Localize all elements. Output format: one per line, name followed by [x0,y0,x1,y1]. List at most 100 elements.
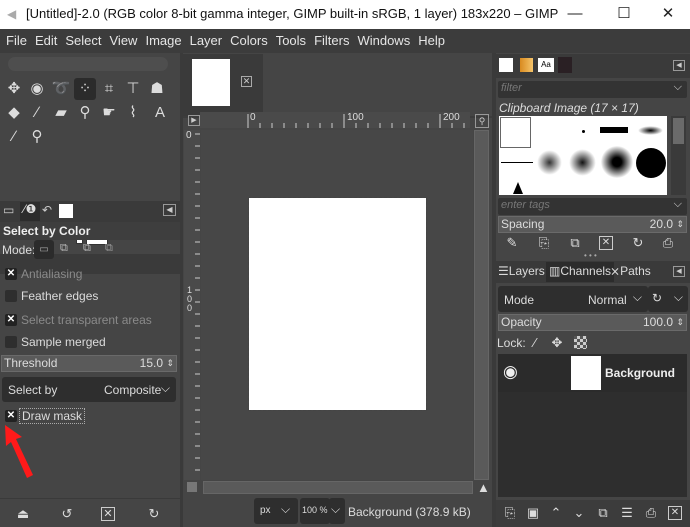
undo-history-tab-icon[interactable]: ↶ [42,203,52,217]
brush-filter-input[interactable]: filter ⌵ [498,81,687,98]
zoom-icon[interactable]: ⚲ [26,126,48,148]
mode-add-icon[interactable]: ⧉ [60,242,68,255]
quick-mask-toggle-icon[interactable]: ▶ [188,115,200,126]
dock-menu-icon[interactable]: ◀ [673,266,685,277]
reset-options-icon[interactable]: ↻ [145,505,163,523]
delete-layer-icon[interactable]: ✕ [668,506,682,520]
mode-intersect-icon[interactable]: ⧉ [105,242,113,255]
paths-icon[interactable]: ⌇ [122,102,144,124]
brush-pixel[interactable] [582,130,585,133]
spin-arrows-icon[interactable]: ⇕ [166,356,174,371]
layer-mode-combo[interactable]: Mode Normal ⌵ [498,286,648,312]
ellipse-select-icon[interactable]: ◉ [26,78,48,100]
dock-separator-handle[interactable]: • • • [584,251,597,260]
smudge-icon[interactable]: ☛ [98,102,120,124]
menu-select[interactable]: Select [61,29,105,53]
unified-transform-icon[interactable]: ⊤ [122,78,144,100]
composite-mode-combo[interactable]: ↻ ⌵ [648,286,688,312]
left-dock-divider[interactable] [180,53,183,527]
navigate-corner-icon[interactable] [187,482,197,492]
threshold-spinner[interactable]: Threshold 15.0 ⇕ [1,355,177,372]
brush-block[interactable] [600,127,628,133]
spacing-spinner[interactable]: Spacing 20.0 ⇕ [498,216,687,233]
eye-visibility-icon[interactable]: ◉ [503,362,518,382]
brush-fuzzy-ellipse[interactable] [638,126,663,135]
delete-brush-icon[interactable]: ✕ [599,236,613,250]
color-picker-icon[interactable]: ∕ [3,126,25,148]
brush-soft-medium[interactable] [569,149,596,176]
zoom-image-icon[interactable]: ⚲ [475,114,489,128]
maximize-button[interactable]: ☐ [601,0,647,29]
eraser-icon[interactable]: ▰ [50,102,72,124]
paintbrush-icon[interactable]: ∕ [26,102,48,124]
menu-image[interactable]: Image [141,29,185,53]
lock-pixels-icon[interactable]: ∕ [526,334,544,352]
bucket-fill-icon[interactable]: ◆ [3,102,25,124]
select-by-color-icon[interactable]: ⁘ [74,78,96,100]
tab-channels[interactable]: ▥Channels [546,262,615,282]
feather-edges-checkbox[interactable] [5,290,17,302]
delete-options-icon[interactable]: ✕ [101,507,115,521]
document-history-tab-icon[interactable] [558,57,572,73]
right-dock-divider[interactable] [492,53,496,527]
brush-grid[interactable] [499,116,667,195]
lock-position-icon[interactable]: ✥ [548,334,566,352]
draw-mask-checkbox[interactable]: ✕ [5,410,17,422]
vertical-scrollbar[interactable] [474,130,489,480]
warp-transform-icon[interactable]: ☗ [146,78,168,100]
menu-edit[interactable]: Edit [31,29,61,53]
crop-icon[interactable]: ⌗ [98,78,120,100]
zoom-combo[interactable]: 100 % [300,498,330,524]
sample-merged-checkbox[interactable] [5,336,17,348]
lower-layer-icon[interactable]: ⌄ [570,504,588,522]
brushes-tab-icon[interactable] [499,58,513,72]
menu-colors[interactable]: Colors [226,29,272,53]
image-tab[interactable]: ✕ [183,54,263,116]
brush-tags-input[interactable]: enter tags ⌵ [498,198,687,215]
brush-scrollbar[interactable] [671,116,686,195]
select-transparent-checkbox[interactable]: ✕ [5,314,17,326]
device-status-tab-icon[interactable]: ⁄❶ [20,202,40,221]
menu-filters[interactable]: Filters [310,29,353,53]
image-canvas[interactable] [248,197,427,411]
mode-subtract-icon[interactable]: ⧉ [83,242,91,255]
text-icon[interactable]: A [149,102,171,124]
anchor-layer-icon[interactable]: ☰ [618,504,636,522]
duplicate-layer-icon[interactable]: ⧉ [594,504,612,522]
edit-brush-icon[interactable]: ✎ [503,234,521,252]
move-tool-icon[interactable]: ✥ [3,78,25,100]
opacity-spinner[interactable]: Opacity 100.0 ⇕ [498,314,687,331]
menu-view[interactable]: View [106,29,142,53]
duplicate-brush-icon[interactable]: ⧉ [566,234,584,252]
clone-icon[interactable]: ⚲ [74,102,96,124]
tab-layers[interactable]: ☰Layers [498,264,545,278]
antialiasing-checkbox[interactable]: ✕ [5,268,17,280]
zoom-dropdown-button[interactable]: ⌵ [329,498,345,524]
brush-scroll-thumb[interactable] [673,118,684,144]
menu-windows[interactable]: Windows [353,29,414,53]
fonts-tab-icon[interactable]: Aa [538,58,554,72]
unit-combo[interactable]: px ⌵ [254,498,298,524]
tab-paths[interactable]: ⨯Paths [610,264,651,278]
mode-replace-icon[interactable]: ▭ [34,240,54,259]
patterns-tab-icon[interactable] [520,58,533,72]
select-by-combo[interactable]: Select by Composite ⌵ [2,377,176,402]
menu-help[interactable]: Help [414,29,449,53]
new-layer-group-icon[interactable]: ▣ [524,504,542,522]
tool-options-tab-icon[interactable]: ▭ [3,203,14,217]
open-brush-as-image-icon[interactable]: ⎙ [659,234,677,252]
menu-layer[interactable]: Layer [186,29,227,53]
minimize-button[interactable]: — [552,0,598,29]
restore-options-icon[interactable]: ↺ [58,505,76,523]
close-image-icon[interactable]: ✕ [241,76,252,87]
lock-alpha-icon[interactable] [574,336,587,349]
navigate-icon[interactable]: ▲ [477,480,490,495]
free-select-icon[interactable]: ➰ [50,78,72,100]
brush-grass[interactable] [513,182,523,194]
save-options-icon[interactable]: ⏏ [14,505,32,523]
brush-soft-small[interactable] [537,150,562,175]
brush-hard-circle[interactable] [636,148,666,178]
raise-layer-icon[interactable]: ⌃ [547,504,565,522]
spin-arrows-icon[interactable]: ⇕ [676,217,684,232]
dock-menu-icon[interactable]: ◀ [163,204,176,216]
